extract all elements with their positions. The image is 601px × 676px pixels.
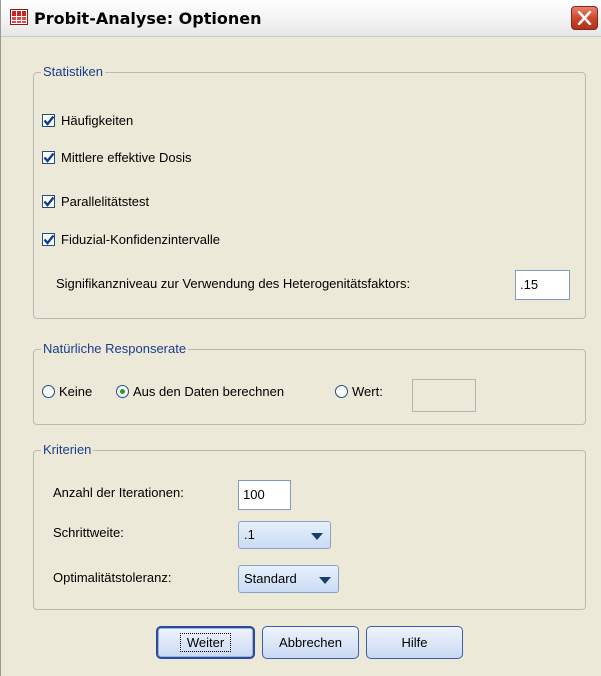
close-icon (577, 11, 592, 25)
radio-calculate-from-data-label: Aus den Daten berechnen (133, 384, 285, 399)
checkmark-icon (43, 196, 55, 207)
checkbox-frequencies-box[interactable] (42, 113, 55, 127)
checkbox-median-effective-dose-box[interactable] (42, 150, 55, 164)
radio-none[interactable]: Keine (42, 384, 92, 399)
checkbox-fiducial-intervals-label: Fiduzial-Konfidenzintervalle (61, 231, 220, 247)
tolerance-dropdown[interactable]: Standard (238, 565, 339, 593)
title-bar[interactable]: Probit-Analyse: Optionen (1, 0, 601, 37)
cancel-button-label: Abbrechen (279, 635, 342, 650)
criteria-group-label: Kriterien (41, 442, 94, 457)
radio-value-button[interactable] (335, 385, 348, 398)
tolerance-label: Optimalitätstoleranz: (53, 570, 172, 585)
radio-value[interactable]: Wert: (335, 384, 383, 399)
iterations-label: Anzahl der Iterationen: (53, 485, 184, 500)
statistics-group-label: Statistiken (41, 64, 105, 79)
cancel-button[interactable]: Abbrechen (262, 626, 359, 659)
significance-input[interactable]: .15 (515, 270, 570, 300)
checkbox-median-effective-dose-label: Mittlere effektive Dosis (61, 149, 192, 165)
help-button[interactable]: Hilfe (366, 626, 463, 659)
step-size-value: .1 (244, 527, 255, 542)
checkbox-frequencies[interactable]: Häufigkeiten (42, 111, 133, 129)
continue-button[interactable]: Weiter (156, 626, 255, 659)
checkmark-icon (43, 115, 55, 126)
checkmark-icon (43, 234, 55, 245)
checkbox-parallelism-test-box[interactable] (42, 194, 55, 208)
response-rate-group-label: Natürliche Responserate (41, 341, 189, 356)
checkbox-parallelism-test[interactable]: Parallelitätstest (42, 192, 149, 210)
app-icon (10, 9, 28, 25)
checkmark-icon (43, 152, 55, 163)
radio-calculate-from-data-button[interactable] (116, 385, 129, 398)
radio-calculate-from-data[interactable]: Aus den Daten berechnen (116, 384, 284, 399)
dialog-window: Probit-Analyse: Optionen Statistiken Häu… (0, 0, 601, 676)
chevron-down-icon (319, 577, 331, 584)
radio-none-button[interactable] (42, 385, 55, 398)
help-button-label: Hilfe (401, 635, 428, 650)
checkbox-parallelism-test-label: Parallelitätstest (61, 193, 150, 209)
checkbox-frequencies-label: Häufigkeiten (61, 112, 134, 128)
close-button[interactable] (571, 6, 598, 30)
window-title: Probit-Analyse: Optionen (34, 9, 262, 28)
radio-value-label: Wert: (352, 384, 383, 399)
step-size-label: Schrittweite: (53, 525, 124, 540)
tolerance-value: Standard (244, 571, 297, 586)
significance-label: Signifikanzniveau zur Verwendung des Het… (56, 276, 411, 291)
response-value-input[interactable] (412, 379, 476, 412)
checkbox-fiducial-intervals[interactable]: Fiduzial-Konfidenzintervalle (42, 230, 220, 248)
chevron-down-icon (311, 533, 323, 540)
checkbox-fiducial-intervals-box[interactable] (42, 232, 55, 246)
iterations-input[interactable]: 100 (238, 480, 291, 510)
step-size-dropdown[interactable]: .1 (238, 521, 331, 549)
checkbox-median-effective-dose[interactable]: Mittlere effektive Dosis (42, 148, 192, 166)
radio-none-label: Keine (59, 384, 93, 399)
continue-button-label: Weiter (179, 633, 232, 652)
